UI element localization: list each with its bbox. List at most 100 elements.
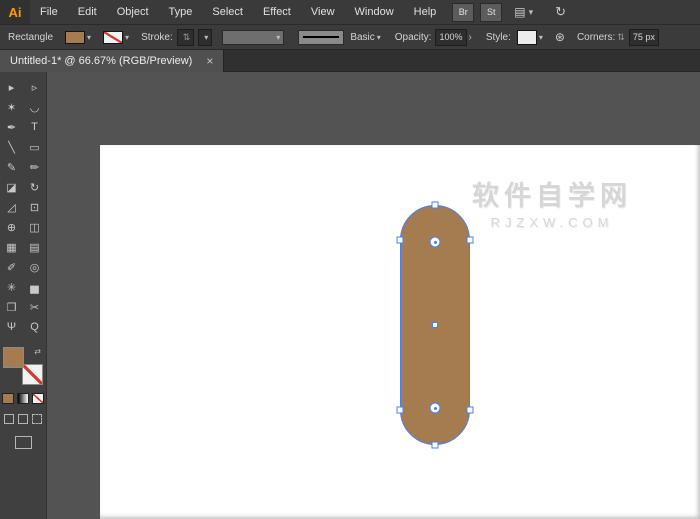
perspective-grid-tool-button[interactable]: ◫ <box>23 217 46 237</box>
blend-tool-button[interactable]: ◎ <box>23 257 46 277</box>
tools-panel: ▸ ▹ ✶ ◡ ✒ T ╲ ▭ ✎ ✏ ◪ ↻ ◿ ⊡ ⊕ ◫ ▦ ▤ ✐ ◎ … <box>0 72 47 519</box>
menu-type[interactable]: Type <box>159 0 203 24</box>
stepper-icon[interactable]: ⇅ <box>183 32 191 43</box>
menu-edit[interactable]: Edit <box>68 0 107 24</box>
anchor-top-right[interactable] <box>467 237 474 244</box>
menu-file[interactable]: File <box>30 0 68 24</box>
draw-inside-button[interactable] <box>32 414 42 424</box>
artboard-tool-button[interactable]: ❐ <box>0 297 23 317</box>
close-icon[interactable]: × <box>206 55 213 67</box>
gradient-button[interactable] <box>17 393 29 404</box>
anchor-bottom-right[interactable] <box>467 407 474 414</box>
slice-tool-button[interactable]: ✂ <box>23 297 46 317</box>
stroke-weight-input[interactable]: ⇅ <box>177 29 195 46</box>
opacity-panel-arrow-icon[interactable]: › <box>469 32 472 43</box>
opacity-label: Opacity: <box>395 32 432 43</box>
chevron-down-icon[interactable]: ▾ <box>125 33 129 42</box>
eraser-tool-button[interactable]: ◪ <box>0 177 23 197</box>
corners-value: 75 px <box>633 32 655 42</box>
style-label: Style: <box>486 32 511 43</box>
anchor-top-left[interactable] <box>397 237 404 244</box>
draw-normal-button[interactable] <box>4 414 14 424</box>
brush-name-label[interactable]: Basic <box>350 32 374 43</box>
control-bar: Rectangle ▾ ▾ Stroke: ⇅ ▾ ▾ Basic ▾ Opac… <box>0 25 700 50</box>
document-tab[interactable]: Untitled-1* @ 66.67% (RGB/Preview) × <box>0 50 224 72</box>
rotate-tool-button[interactable]: ↻ <box>23 177 46 197</box>
hand-tool-button[interactable]: Ψ <box>0 317 23 337</box>
anchor-bottom-left[interactable] <box>397 407 404 414</box>
stroke-weight-dropdown[interactable]: ▾ <box>198 29 212 46</box>
color-gradient-none-row <box>0 393 46 404</box>
screen-mode-button[interactable] <box>15 436 32 449</box>
type-tool-button[interactable]: T <box>23 117 46 137</box>
draw-mode-row <box>0 414 46 424</box>
pencil-tool-button[interactable]: ✏ <box>23 157 46 177</box>
bridge-button[interactable]: Br <box>452 3 474 22</box>
lasso-tool-button[interactable]: ◡ <box>23 97 46 117</box>
recolor-artwork-icon[interactable]: ⊛ <box>555 30 565 44</box>
app-logo[interactable]: Ai <box>0 0 30 24</box>
anchor-bottom-center[interactable] <box>432 442 439 449</box>
menu-effect[interactable]: Effect <box>253 0 301 24</box>
menu-help[interactable]: Help <box>404 0 447 24</box>
none-button[interactable] <box>32 393 44 404</box>
workspace-icon: ▤ <box>514 5 525 19</box>
chevron-down-icon[interactable]: ▾ <box>377 33 381 42</box>
stepper-icon[interactable]: ⇅ <box>617 32 625 43</box>
opacity-input[interactable]: 100% <box>435 29 466 46</box>
pen-tool-button[interactable]: ✒ <box>0 117 23 137</box>
color-button[interactable] <box>2 393 14 404</box>
stock-button[interactable]: St <box>480 3 502 22</box>
stroke-color-swatch[interactable] <box>103 31 123 44</box>
menu-bar: Ai File Edit Object Type Select Effect V… <box>0 0 700 25</box>
chevron-down-icon: ▾ <box>529 7 534 18</box>
shape-center-point[interactable] <box>432 322 438 328</box>
graphic-style-swatch[interactable] <box>517 30 537 45</box>
canvas-area[interactable]: 软件自学网 RJZXW.COM <box>47 72 700 519</box>
document-tab-bar: Untitled-1* @ 66.67% (RGB/Preview) × <box>0 50 700 72</box>
chevron-down-icon: ▾ <box>204 33 208 42</box>
corners-input[interactable]: 75 px <box>629 29 659 46</box>
shape-builder-tool-button[interactable]: ⊕ <box>0 217 23 237</box>
chevron-down-icon: ▾ <box>276 33 280 42</box>
mesh-tool-button[interactable]: ▦ <box>0 237 23 257</box>
tools-grid: ▸ ▹ ✶ ◡ ✒ T ╲ ▭ ✎ ✏ ◪ ↻ ◿ ⊡ ⊕ ◫ ▦ ▤ ✐ ◎ … <box>0 72 46 337</box>
selection-tool-button[interactable]: ▸ <box>0 77 23 97</box>
menu-window[interactable]: Window <box>345 0 404 24</box>
corner-radius-widget-bottom[interactable] <box>430 403 441 414</box>
fill-indicator-swatch[interactable] <box>3 347 24 368</box>
magic-wand-tool-button[interactable]: ✶ <box>0 97 23 117</box>
direct-selection-tool-button[interactable]: ▹ <box>23 77 46 97</box>
chevron-down-icon[interactable]: ▾ <box>539 33 543 42</box>
rectangle-tool-button[interactable]: ▭ <box>23 137 46 157</box>
column-graph-tool-button[interactable]: ▅ <box>23 277 46 297</box>
chevron-down-icon[interactable]: ▾ <box>87 33 91 42</box>
anchor-top-center[interactable] <box>432 202 439 209</box>
menu-view[interactable]: View <box>301 0 345 24</box>
paintbrush-tool-button[interactable]: ✎ <box>0 157 23 177</box>
opacity-value: 100% <box>439 32 462 42</box>
brush-preview[interactable] <box>298 30 344 45</box>
scale-tool-button[interactable]: ◿ <box>0 197 23 217</box>
gradient-tool-button[interactable]: ▤ <box>23 237 46 257</box>
stroke-label: Stroke: <box>141 32 173 43</box>
symbol-sprayer-tool-button[interactable]: ✳ <box>0 277 23 297</box>
draw-behind-button[interactable] <box>18 414 28 424</box>
menu-select[interactable]: Select <box>202 0 253 24</box>
stroke-indicator-swatch[interactable] <box>22 364 43 385</box>
swap-fill-stroke-icon[interactable]: ⇄ <box>34 347 41 356</box>
line-segment-tool-button[interactable]: ╲ <box>0 137 23 157</box>
eyedropper-tool-button[interactable]: ✐ <box>0 257 23 277</box>
fill-color-swatch[interactable] <box>65 31 85 44</box>
width-profile-dropdown[interactable]: ▾ <box>222 30 284 45</box>
free-transform-tool-button[interactable]: ⊡ <box>23 197 46 217</box>
corner-radius-widget-top[interactable] <box>430 237 441 248</box>
zoom-tool-button[interactable]: Q <box>23 317 46 337</box>
corners-label: Corners: <box>577 32 615 43</box>
brush-stroke-line <box>303 36 339 38</box>
document-title: Untitled-1* @ 66.67% (RGB/Preview) <box>10 55 192 67</box>
illustrator-window: Ai File Edit Object Type Select Effect V… <box>0 0 700 519</box>
menu-object[interactable]: Object <box>107 0 159 24</box>
workspace-switcher[interactable]: ▤ ▾ <box>514 5 533 19</box>
sync-icon[interactable]: ↻ <box>555 4 566 20</box>
